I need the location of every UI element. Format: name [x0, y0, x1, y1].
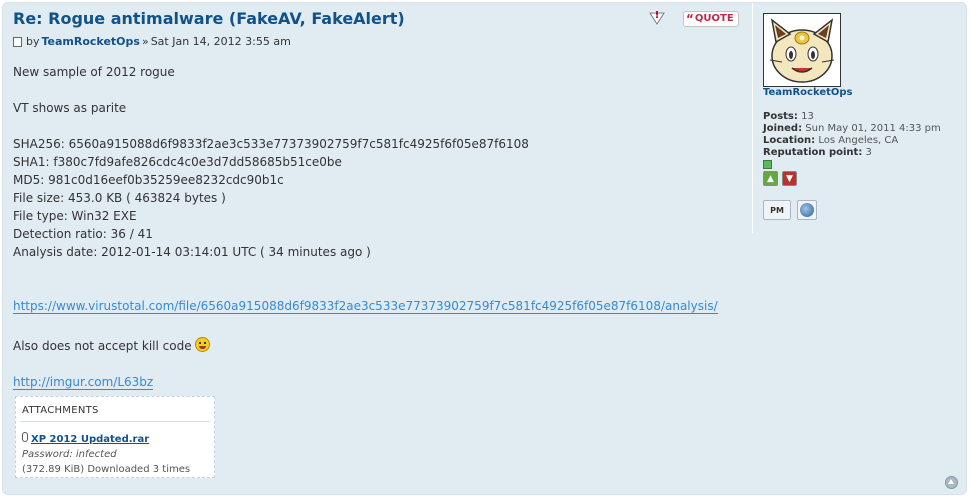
globe-icon	[800, 203, 814, 217]
post-title-text[interactable]: : Rogue antimalware (FakeAV, FakeAlert)	[36, 9, 405, 28]
quote-label: QUOTE	[694, 13, 734, 24]
angry-smiley-icon	[195, 337, 211, 352]
website-button[interactable]	[797, 200, 817, 220]
avatar-image	[764, 14, 840, 86]
thumbs-down-icon[interactable]: ▼	[782, 171, 797, 186]
post-author-line: by TeamRocketOps » Sat Jan 14, 2012 3:55…	[13, 35, 733, 49]
content-line: VT shows as parite	[13, 101, 127, 115]
joined-label: Joined:	[763, 123, 803, 134]
report-icon[interactable]: !	[649, 10, 667, 26]
post-actions: ! “ QUOTE	[649, 10, 739, 27]
posts-label: Posts:	[763, 111, 798, 122]
imgur-link[interactable]: http://imgur.com/L63bz	[13, 375, 154, 390]
reputation-bar	[763, 160, 772, 169]
sha1-line: SHA1: f380c7fd9afe826cdc4c0e3d7dd58685b5…	[13, 155, 342, 169]
quote-button[interactable]: “ QUOTE	[683, 11, 739, 27]
analysis-date-line: Analysis date: 2012-01-14 03:14:01 UTC (…	[13, 245, 371, 259]
profile-username[interactable]: TeamRocketOps	[763, 87, 853, 98]
post-title-prefix[interactable]: Re	[13, 9, 36, 28]
reputation-buttons: ▲ ▼	[763, 171, 797, 186]
location-value: Los Angeles, CA	[818, 135, 899, 146]
post-title[interactable]: Re: Rogue antimalware (FakeAV, FakeAlert…	[13, 9, 733, 29]
attachment-link[interactable]: XP 2012 Updated.rar	[31, 434, 149, 445]
attachment-meta: Password: infected (372.89 KiB) Download…	[16, 445, 214, 477]
kill-code-text: Also does not accept kill code	[13, 339, 196, 353]
post-profile: TeamRocketOps Posts: 13 Joined: Sun May …	[752, 3, 966, 233]
reputation-label: Reputation point:	[763, 147, 863, 158]
post-date: Sat Jan 14, 2012 3:55 am	[150, 35, 291, 48]
contact-buttons: PM	[763, 200, 817, 220]
date-separator: »	[141, 35, 149, 48]
quote-icon: “	[686, 12, 694, 26]
reputation-value: 3	[865, 147, 872, 158]
paperclip-icon	[22, 432, 28, 442]
attachment-info: (372.89 KiB) Downloaded 3 times	[22, 464, 191, 475]
post-header: Re: Rogue antimalware (FakeAV, FakeAlert…	[13, 9, 733, 49]
detection-ratio-line: Detection ratio: 36 / 41	[13, 227, 153, 241]
post-container: Re: Rogue antimalware (FakeAV, FakeAlert…	[2, 2, 967, 495]
profile-details: Posts: 13 Joined: Sun May 01, 2011 4:33 …	[763, 111, 941, 169]
file-size-line: File size: 453.0 KB ( 463824 bytes )	[13, 191, 226, 205]
back-to-top-icon[interactable]	[945, 476, 958, 489]
post-content: New sample of 2012 rogue VT shows as par…	[13, 63, 733, 391]
thumbs-up-icon[interactable]: ▲	[763, 171, 778, 186]
location-label: Location:	[763, 135, 816, 146]
file-type-line: File type: Win32 EXE	[13, 209, 137, 223]
avatar[interactable]	[763, 13, 841, 87]
attachment-file: XP 2012 Updated.rar	[16, 422, 214, 445]
posts-count[interactable]: 13	[801, 111, 814, 122]
virustotal-link[interactable]: https://www.virustotal.com/file/6560a915…	[13, 299, 718, 314]
by-label: by	[26, 35, 40, 48]
attachments-box: ATTACHMENTS XP 2012 Updated.rar Password…	[15, 396, 215, 478]
post-icon[interactable]	[13, 37, 22, 47]
md5-line: MD5: 981c0d16eef0b35259ee8232cdc90b1c	[13, 173, 284, 187]
content-line: New sample of 2012 rogue	[13, 65, 175, 79]
attachments-header: ATTACHMENTS	[22, 405, 99, 416]
report-glyph: !	[654, 10, 660, 21]
pm-label: PM	[770, 205, 784, 215]
sha256-line: SHA256: 6560a915088d6f9833f2ae3c533e7737…	[13, 137, 529, 151]
joined-date: Sun May 01, 2011 4:33 pm	[805, 123, 941, 134]
attachment-password: Password: infected	[22, 449, 117, 460]
pm-button[interactable]: PM	[763, 200, 791, 220]
author-name[interactable]: TeamRocketOps	[42, 35, 140, 49]
